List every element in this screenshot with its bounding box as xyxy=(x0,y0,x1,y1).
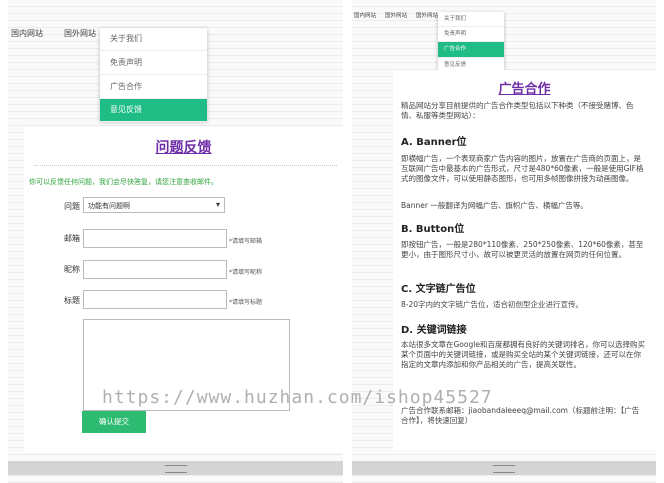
email-label: 邮箱 xyxy=(64,234,80,243)
nav-foreign-sites[interactable]: 国外网站 xyxy=(64,28,96,39)
chevron-down-icon: ▾ xyxy=(215,200,220,209)
section-b-text: 即按钮广告，一般是280*110像素、250*250像素、120*60像素，甚至… xyxy=(401,240,644,259)
menu-item-ads[interactable]: 广告合作 xyxy=(100,75,207,99)
nav-foreign-sites[interactable]: 国外网站 xyxy=(385,11,407,19)
feedback-page-panel: 国内网站 国外网站 关于我们 免责声明 广告合作 意见反馈 问题反馈 你可以反馈… xyxy=(8,0,343,483)
email-field[interactable] xyxy=(83,229,227,248)
nav-dropdown-menu: 关于我们 免责声明 广告合作 意见反馈 xyxy=(438,12,504,74)
section-a-text: 即横幅广告，一个表现商家广告内容的图片，放置在广告商的页面上，是互联网广告中最基… xyxy=(401,154,644,183)
subject-field[interactable] xyxy=(83,290,227,309)
section-c-text: 8-20字内的文字链广告位，适合初创型企业进行宣传。 xyxy=(401,300,584,309)
ads-page-panel: 国内网站 国外网站 国外网站 关于我们 免责声明 广告合作 意见反馈 广告合作 … xyxy=(352,0,656,483)
nickname-field[interactable] xyxy=(83,260,227,279)
intro-text: 精品网站分享目前提供的广告合作类型包括以下种类（不接受赌博、色情、私服等类型网站… xyxy=(401,101,634,120)
menu-item-about[interactable]: 关于我们 xyxy=(100,28,207,51)
bottom-resize-bar[interactable] xyxy=(8,461,343,475)
subject-hint: *请填写标题 xyxy=(229,299,263,306)
watermark-text: https://www.huzhan.com/ishop45527 xyxy=(102,387,493,408)
type-select[interactable]: 功能有问题啊 ▾ xyxy=(83,197,225,213)
menu-item-feedback[interactable]: 意见反馈 xyxy=(100,99,207,122)
nav-foreign-sites-2[interactable]: 国外网站 xyxy=(416,11,438,19)
type-label: 问题 xyxy=(64,202,80,211)
page-title: 广告合作 xyxy=(498,82,551,97)
contact-text: 广告合作联系邮箱：jiaobandaleeeq@mail.com（标题前注明：【… xyxy=(401,406,640,425)
page-title: 问题反馈 xyxy=(155,140,212,156)
nav-domestic-sites[interactable]: 国内网站 xyxy=(354,11,376,19)
type-select-value: 功能有问题啊 xyxy=(88,202,130,210)
menu-item-ads[interactable]: 广告合作 xyxy=(438,42,504,58)
feedback-notice: 你可以反馈任何问题，我们会尽快答复，请您注意查收邮件。 xyxy=(29,178,218,186)
section-c-heading: C. 文字链广告位 xyxy=(401,284,476,295)
submit-button[interactable]: 确认提交 xyxy=(82,411,146,433)
bottom-resize-bar[interactable] xyxy=(352,461,656,475)
nick-label: 昵称 xyxy=(64,265,80,274)
subject-label: 标题 xyxy=(64,296,80,305)
section-a-heading: A. Banner位 xyxy=(401,137,467,148)
section-d-heading: D. 关键词链接 xyxy=(401,325,467,336)
nav-dropdown-menu: 关于我们 免责声明 广告合作 意见反馈 xyxy=(100,28,207,122)
drag-handle-icon[interactable] xyxy=(493,465,515,473)
section-b-heading: B. Button位 xyxy=(401,224,465,235)
section-d-text: 本站很多文章在Google和百度都拥有良好的关键词排名，你可以选择购买某个页面中… xyxy=(401,340,645,369)
drag-handle-icon[interactable] xyxy=(164,465,187,473)
banner-note-text: Banner 一般翻译为网幅广告、旗帜广告、横幅广告等。 xyxy=(401,201,588,210)
menu-item-disclaimer[interactable]: 免责声明 xyxy=(100,51,207,75)
menu-item-about[interactable]: 关于我们 xyxy=(438,12,504,27)
nav-domestic-sites[interactable]: 国内网站 xyxy=(11,28,43,39)
email-hint: *请填写邮箱 xyxy=(229,238,263,245)
nick-hint: *请填写昵称 xyxy=(229,269,263,276)
menu-item-disclaimer[interactable]: 免责声明 xyxy=(438,27,504,42)
